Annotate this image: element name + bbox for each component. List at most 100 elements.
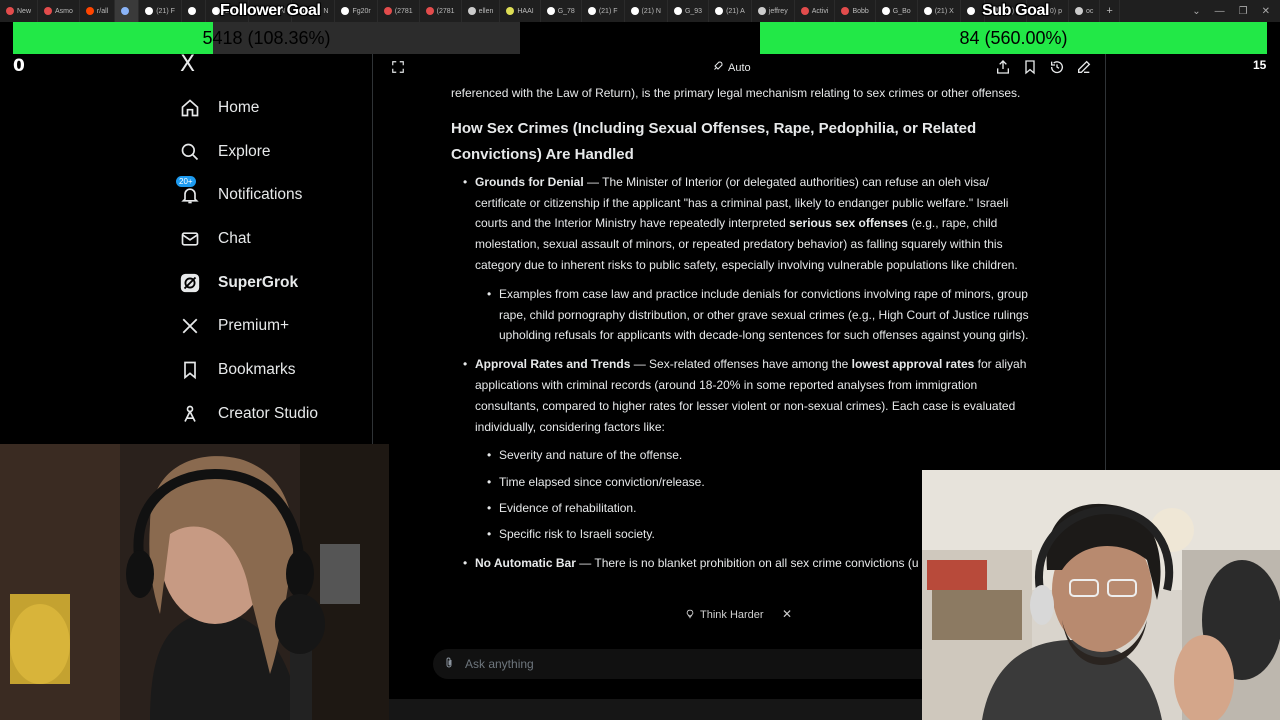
tab-favicon-icon <box>425 7 434 15</box>
response-heading: How Sex Crimes (Including Sexual Offense… <box>451 119 977 163</box>
grok-icon <box>178 271 202 295</box>
tab-label: Fg20r <box>352 7 371 15</box>
tab-favicon-icon <box>6 7 14 15</box>
sidebar-item-home[interactable]: Home <box>178 86 318 130</box>
tab-favicon-icon <box>1074 7 1083 15</box>
browser-tab[interactable]: r/all <box>80 0 116 22</box>
browser-tab[interactable]: (21) X <box>918 0 961 22</box>
rocket-icon <box>712 60 724 75</box>
sub-list: Examples from case law and practice incl… <box>475 284 1031 346</box>
sidebar-divider <box>372 54 373 444</box>
ask-input[interactable] <box>465 657 865 671</box>
home-icon <box>178 96 202 120</box>
tab-favicon-icon <box>145 7 154 15</box>
browser-tab[interactable] <box>182 0 206 22</box>
browser-tab[interactable]: jeffrey <box>752 0 795 22</box>
browser-tab[interactable]: (21) A <box>709 0 752 22</box>
tab-label: New <box>17 7 32 15</box>
streamer-webcam <box>0 444 389 720</box>
tab-favicon-icon <box>211 7 220 15</box>
tab-search-icon[interactable]: ⌄ <box>1192 6 1200 17</box>
tab-favicon-icon <box>187 7 196 15</box>
browser-tab-strip: New Asmo r/all (21) F (21) F (21) N (21) N Fg20… <box>0 0 1280 22</box>
browser-tab[interactable] <box>115 0 140 22</box>
guest-webcam <box>922 470 1280 720</box>
close-icon[interactable]: ✕ <box>782 607 792 621</box>
tab-favicon-icon <box>44 7 53 15</box>
sidebar-nav: Home Explore 20+ Notifications Chat Supe… <box>176 86 318 436</box>
tab-favicon-icon <box>587 7 596 15</box>
sidebar-item-supergrok[interactable]: SuperGrok <box>178 261 318 305</box>
list-item: Grounds for Denial — The Minister of Int… <box>451 172 1031 346</box>
sidebar-item-label: Bookmarks <box>218 360 296 378</box>
minimize-button[interactable]: — <box>1215 6 1225 17</box>
browser-tab[interactable]: HAAI <box>500 0 541 22</box>
tab-favicon-icon <box>673 7 682 15</box>
browser-tab[interactable]: oc <box>1069 0 1101 22</box>
item-title: Grounds for Denial <box>475 174 584 189</box>
browser-tab[interactable]: Asmo <box>38 0 80 22</box>
browser-tab[interactable]: Activi <box>795 0 836 22</box>
item-title: No Automatic Bar <box>475 556 576 571</box>
follower-goal-title: Follower Goal <box>220 2 321 19</box>
browser-tab[interactable]: G_Bo <box>876 0 918 22</box>
tab-favicon-icon <box>630 7 639 15</box>
tab-label: G_Bo <box>892 7 911 15</box>
browser-tab[interactable]: Fg20r <box>335 0 378 22</box>
sidebar-item-label: Home <box>218 98 260 116</box>
sub-goal-text: 84 (560.00%) <box>959 27 1068 48</box>
think-harder-label: Think Harder <box>700 609 764 621</box>
x-logo[interactable]: X <box>180 54 202 76</box>
mode-label: Auto <box>728 61 751 74</box>
tab-label: Activi <box>811 7 829 15</box>
expand-icon[interactable] <box>391 60 405 74</box>
browser-tab[interactable]: (2781 <box>378 0 420 22</box>
tab-favicon-icon <box>121 7 130 15</box>
think-harder-chip[interactable]: Think Harder <box>677 603 772 627</box>
tab-label: (21) N <box>641 7 661 15</box>
sub-list-item: Examples from case law and practice incl… <box>475 284 1031 346</box>
browser-tab[interactable]: New <box>0 0 39 22</box>
close-window-button[interactable]: ✕ <box>1262 6 1270 17</box>
sidebar-item-label: Creator Studio <box>218 404 318 422</box>
new-tab-button[interactable]: + <box>1100 0 1120 22</box>
creator-icon <box>178 402 202 426</box>
tab-favicon-icon <box>715 7 724 15</box>
maximize-button[interactable]: ❐ <box>1239 6 1248 17</box>
browser-tab[interactable]: Bobb <box>835 0 876 22</box>
sidebar-item-explore[interactable]: Explore <box>178 130 318 174</box>
share-icon[interactable] <box>995 59 1011 80</box>
follower-goal-start: 0 <box>13 56 25 76</box>
new-chat-icon[interactable] <box>1076 59 1092 80</box>
tab-favicon-icon <box>467 7 476 15</box>
mode-selector[interactable]: Auto <box>712 60 751 75</box>
sub-goal-bar: 84 (560.00%) <box>760 22 1267 54</box>
window-controls: ⌄ — ❐ ✕ <box>1182 0 1280 22</box>
item-title: Approval Rates and Trends <box>475 357 631 372</box>
browser-tab[interactable]: G_78 <box>541 0 582 22</box>
item-text: — Sex-related offenses have among the <box>630 357 852 372</box>
bookmark-action-icon[interactable] <box>1022 59 1038 80</box>
tab-label: (21) F <box>598 7 618 15</box>
notifications-badge: 20+ <box>176 176 196 188</box>
browser-tab[interactable]: G_93 <box>668 0 710 22</box>
browser-tab[interactable]: (21) F <box>582 0 625 22</box>
sidebar-item-bookmarks[interactable]: Bookmarks <box>178 348 318 392</box>
attach-icon[interactable] <box>443 656 455 673</box>
tab-label: r/all <box>96 7 109 15</box>
browser-tab[interactable]: (2781 <box>420 0 462 22</box>
browser-tab[interactable]: (21) F <box>139 0 182 22</box>
sidebar-item-notifications[interactable]: 20+ Notifications <box>176 173 318 217</box>
sidebar-item-creator-studio[interactable]: Creator Studio <box>178 392 318 436</box>
tab-favicon-icon <box>757 7 766 15</box>
bell-icon: 20+ <box>176 176 202 207</box>
browser-tab[interactable]: (21) N <box>625 0 668 22</box>
tab-label: (21) A <box>726 7 745 15</box>
history-icon[interactable] <box>1049 59 1065 80</box>
sub-goal-target: 15 <box>1253 58 1267 72</box>
tab-label: (2781 <box>436 7 455 15</box>
tab-favicon-icon <box>341 7 350 15</box>
sidebar-item-chat[interactable]: Chat <box>178 217 318 261</box>
browser-tab[interactable]: ellen <box>462 0 501 22</box>
sidebar-item-premium[interactable]: Premium+ <box>178 304 318 348</box>
